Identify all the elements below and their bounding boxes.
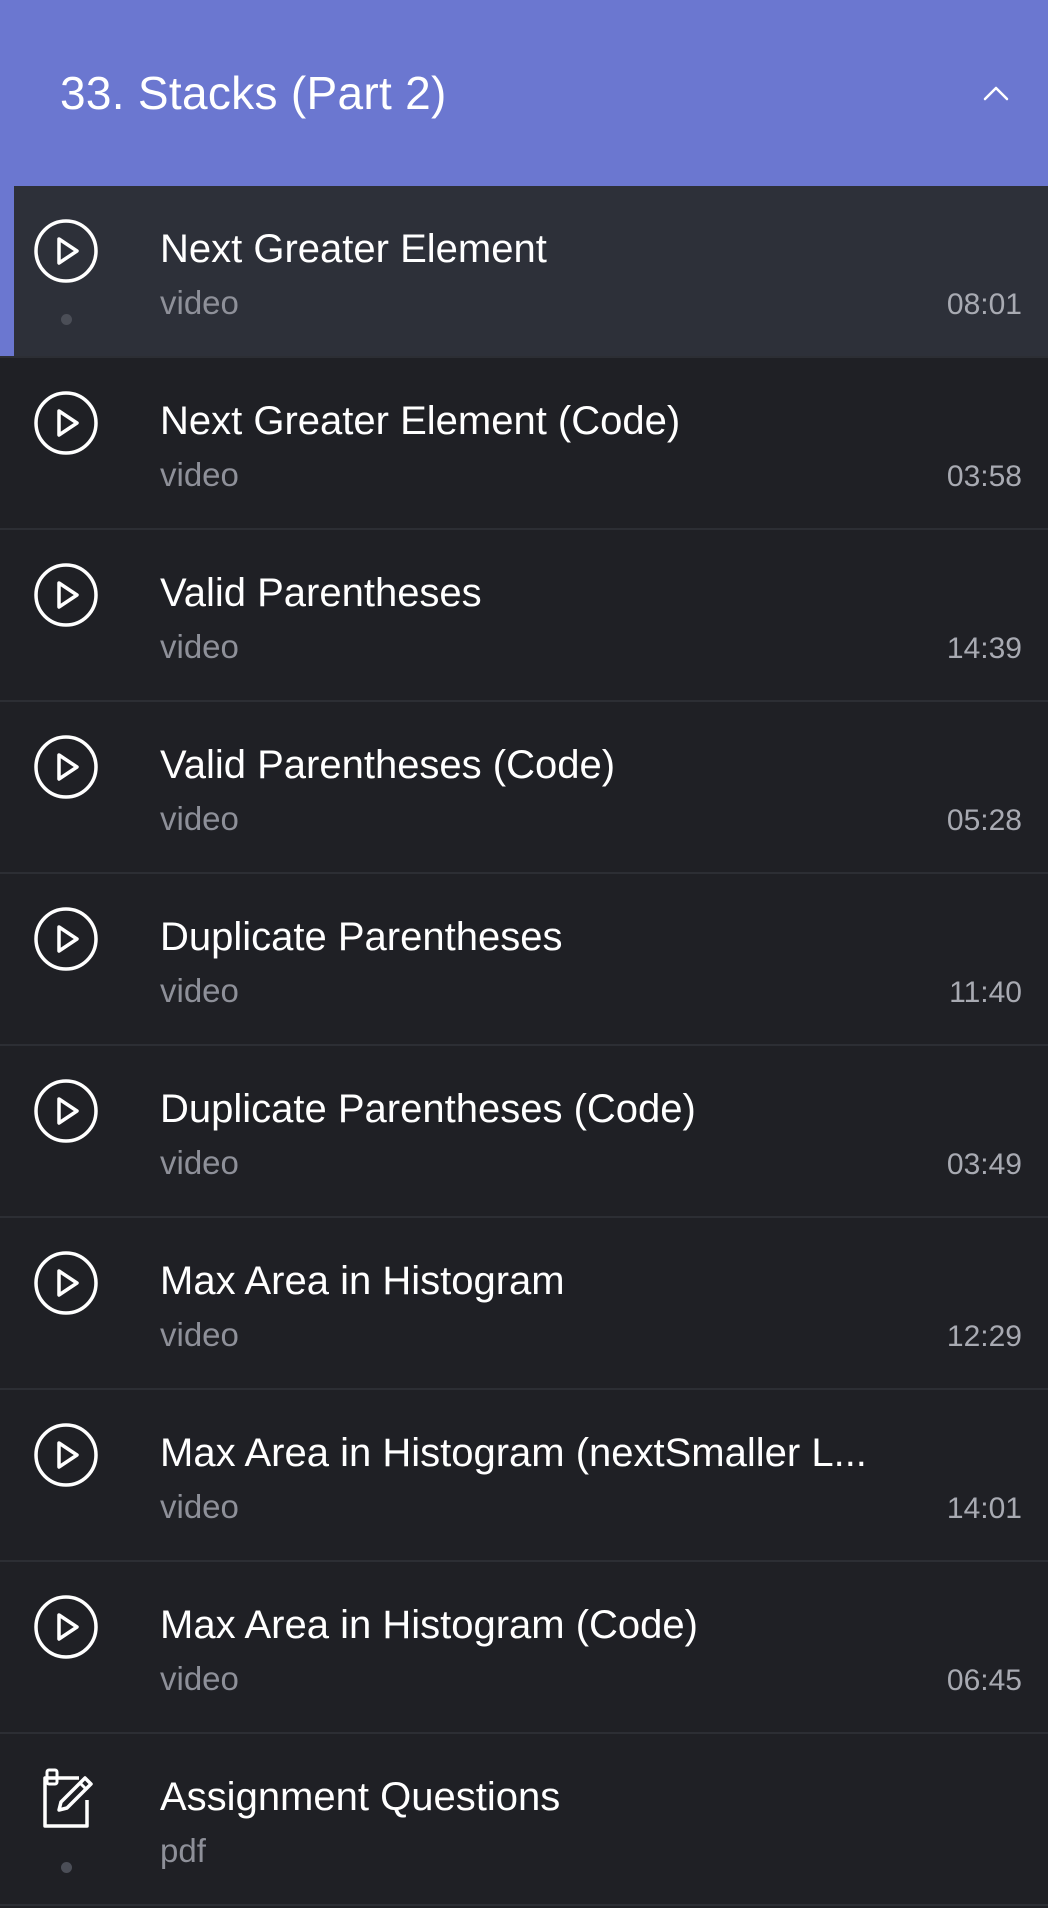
lesson-icon-column [0,734,160,800]
lesson-type: video [160,1660,239,1697]
lesson-type: video [160,972,239,1009]
play-circle-icon [33,1250,99,1316]
lesson-type: video [160,1316,239,1353]
lesson-title: Duplicate Parentheses [160,915,563,959]
lesson-type: video [160,628,239,665]
play-circle-icon [33,1078,99,1144]
lesson-title: Valid Parentheses (Code) [160,743,616,787]
lesson-duration: 06:45 [946,1664,1022,1697]
lesson-duration: 14:01 [946,1492,1022,1525]
lesson-icon-column [0,906,160,972]
edit-document-icon [33,1766,99,1832]
lesson-duration: 05:28 [946,804,1022,837]
lesson-item[interactable]: Max Area in Histogram (Code) video 06:45 [0,1562,1048,1734]
play-circle-icon [33,1422,99,1488]
play-circle-icon [33,906,99,972]
lesson-type: video [160,456,239,493]
lesson-title: Valid Parentheses [160,571,482,615]
lesson-type: video [160,1488,239,1525]
lesson-duration: 08:01 [946,288,1022,321]
lesson-item[interactable]: Duplicate Parentheses (Code) video 03:49 [0,1046,1048,1218]
lesson-icon-column [0,1422,160,1488]
lesson-item[interactable]: Assignment Questions pdf [0,1734,1048,1906]
lesson-icon-column [0,1250,160,1316]
lesson-item[interactable]: Next Greater Element video 08:01 [0,186,1048,358]
chevron-up-icon[interactable] [976,73,1016,113]
lesson-icon-column [0,1766,160,1873]
play-circle-icon [33,1594,99,1660]
lesson-duration: 03:49 [946,1148,1022,1181]
lesson-item[interactable]: Max Area in Histogram video 12:29 [0,1218,1048,1390]
lesson-duration: 14:39 [946,632,1022,665]
lesson-type: pdf [160,1832,206,1869]
lesson-duration: 12:29 [946,1320,1022,1353]
play-circle-icon [33,562,99,628]
lesson-item[interactable]: Valid Parentheses (Code) video 05:28 [0,702,1048,874]
lesson-type: video [160,800,239,837]
lesson-icon-column [0,1594,160,1660]
section-title: 33. Stacks (Part 2) [60,67,447,119]
progress-dot [60,314,72,325]
lesson-duration: 11:40 [949,976,1022,1009]
lesson-duration: 03:58 [946,460,1022,493]
lesson-icon-column [0,390,160,456]
lesson-title: Assignment Questions [160,1775,561,1819]
lesson-list: Next Greater Element video 08:01 Next Gr… [0,186,1048,1906]
lesson-type: video [160,284,239,321]
lesson-item[interactable]: Next Greater Element (Code) video 03:58 [0,358,1048,530]
section-header[interactable]: 33. Stacks (Part 2) [0,0,1048,186]
play-circle-icon [33,390,99,456]
play-circle-icon [33,218,99,284]
lesson-item[interactable]: Valid Parentheses video 14:39 [0,530,1048,702]
lesson-title: Max Area in Histogram (nextSmaller L... [160,1431,867,1475]
lesson-icon-column [0,1078,160,1144]
lesson-item[interactable]: Duplicate Parentheses video 11:40 [0,874,1048,1046]
lesson-type: video [160,1144,239,1181]
progress-dot [60,1862,72,1873]
lesson-icon-column [0,562,160,628]
lesson-title: Max Area in Histogram [160,1259,565,1303]
play-circle-icon [33,734,99,800]
lesson-title: Next Greater Element [160,227,547,271]
lesson-icon-column [0,218,160,325]
lesson-title: Max Area in Histogram (Code) [160,1603,698,1647]
lesson-item[interactable]: Max Area in Histogram (nextSmaller L... … [0,1390,1048,1562]
lesson-title: Next Greater Element (Code) [160,399,681,443]
lesson-title: Duplicate Parentheses (Code) [160,1087,696,1131]
